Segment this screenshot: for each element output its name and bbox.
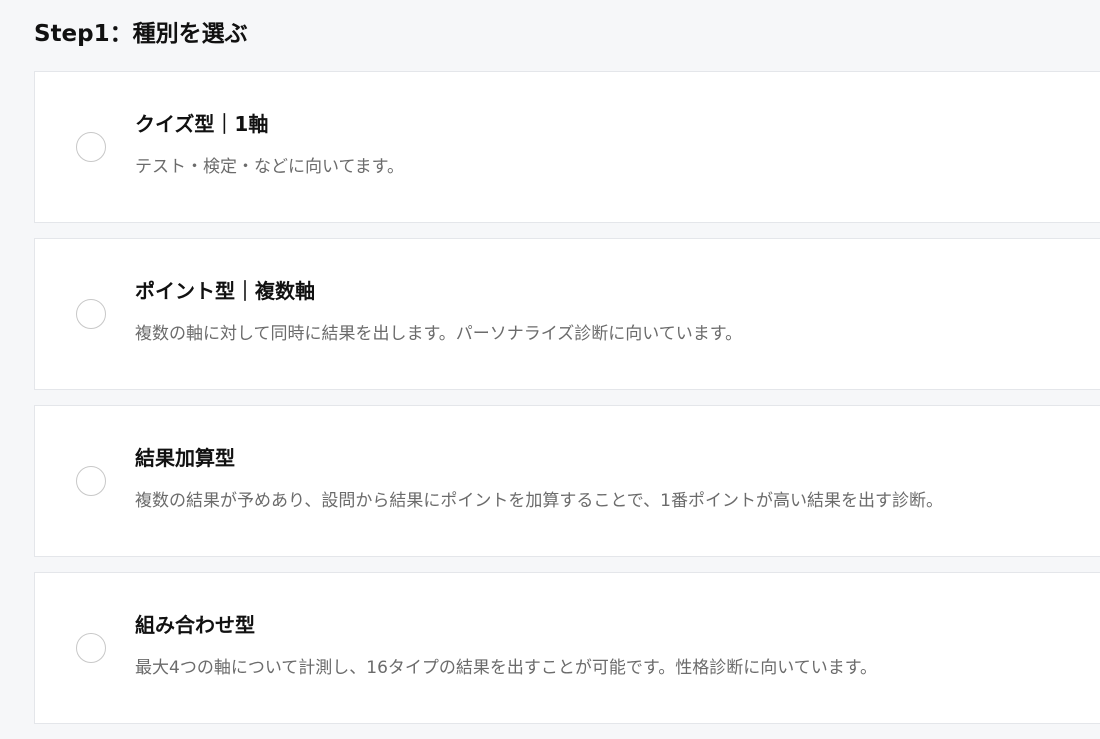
- option-card-result-add[interactable]: 結果加算型 複数の結果が予めあり、設問から結果にポイントを加算することで、1番ポ…: [34, 405, 1100, 557]
- radio-button-point[interactable]: [76, 299, 106, 329]
- option-card-combination[interactable]: 組み合わせ型 最大4つの軸について計測し、16タイプの結果を出すことが可能です。…: [34, 572, 1100, 724]
- option-card-point[interactable]: ポイント型｜複数軸 複数の軸に対して同時に結果を出します。パーソナライズ診断に向…: [34, 238, 1100, 390]
- radio-button-combination[interactable]: [76, 633, 106, 663]
- type-options-list: クイズ型｜1軸 テスト・検定・などに向いてます。 ポイント型｜複数軸 複数の軸に…: [34, 71, 1100, 739]
- radio-button-result-add[interactable]: [76, 466, 106, 496]
- option-card-quiz[interactable]: クイズ型｜1軸 テスト・検定・などに向いてます。: [34, 71, 1100, 223]
- option-title: クイズ型｜1軸: [135, 112, 269, 136]
- radio-button-quiz[interactable]: [76, 132, 106, 162]
- option-description: 最大4つの軸について計測し、16タイプの結果を出すことが可能です。性格診断に向い…: [135, 658, 878, 678]
- option-title: 組み合わせ型: [135, 613, 255, 637]
- option-description: 複数の軸に対して同時に結果を出します。パーソナライズ診断に向いています。: [135, 324, 743, 344]
- option-title: ポイント型｜複数軸: [135, 279, 315, 303]
- step-title: Step1：種別を選ぶ: [34, 21, 248, 47]
- option-description: 複数の結果が予めあり、設問から結果にポイントを加算することで、1番ポイントが高い…: [135, 491, 943, 511]
- option-description: テスト・検定・などに向いてます。: [135, 157, 404, 177]
- option-title: 結果加算型: [135, 446, 235, 470]
